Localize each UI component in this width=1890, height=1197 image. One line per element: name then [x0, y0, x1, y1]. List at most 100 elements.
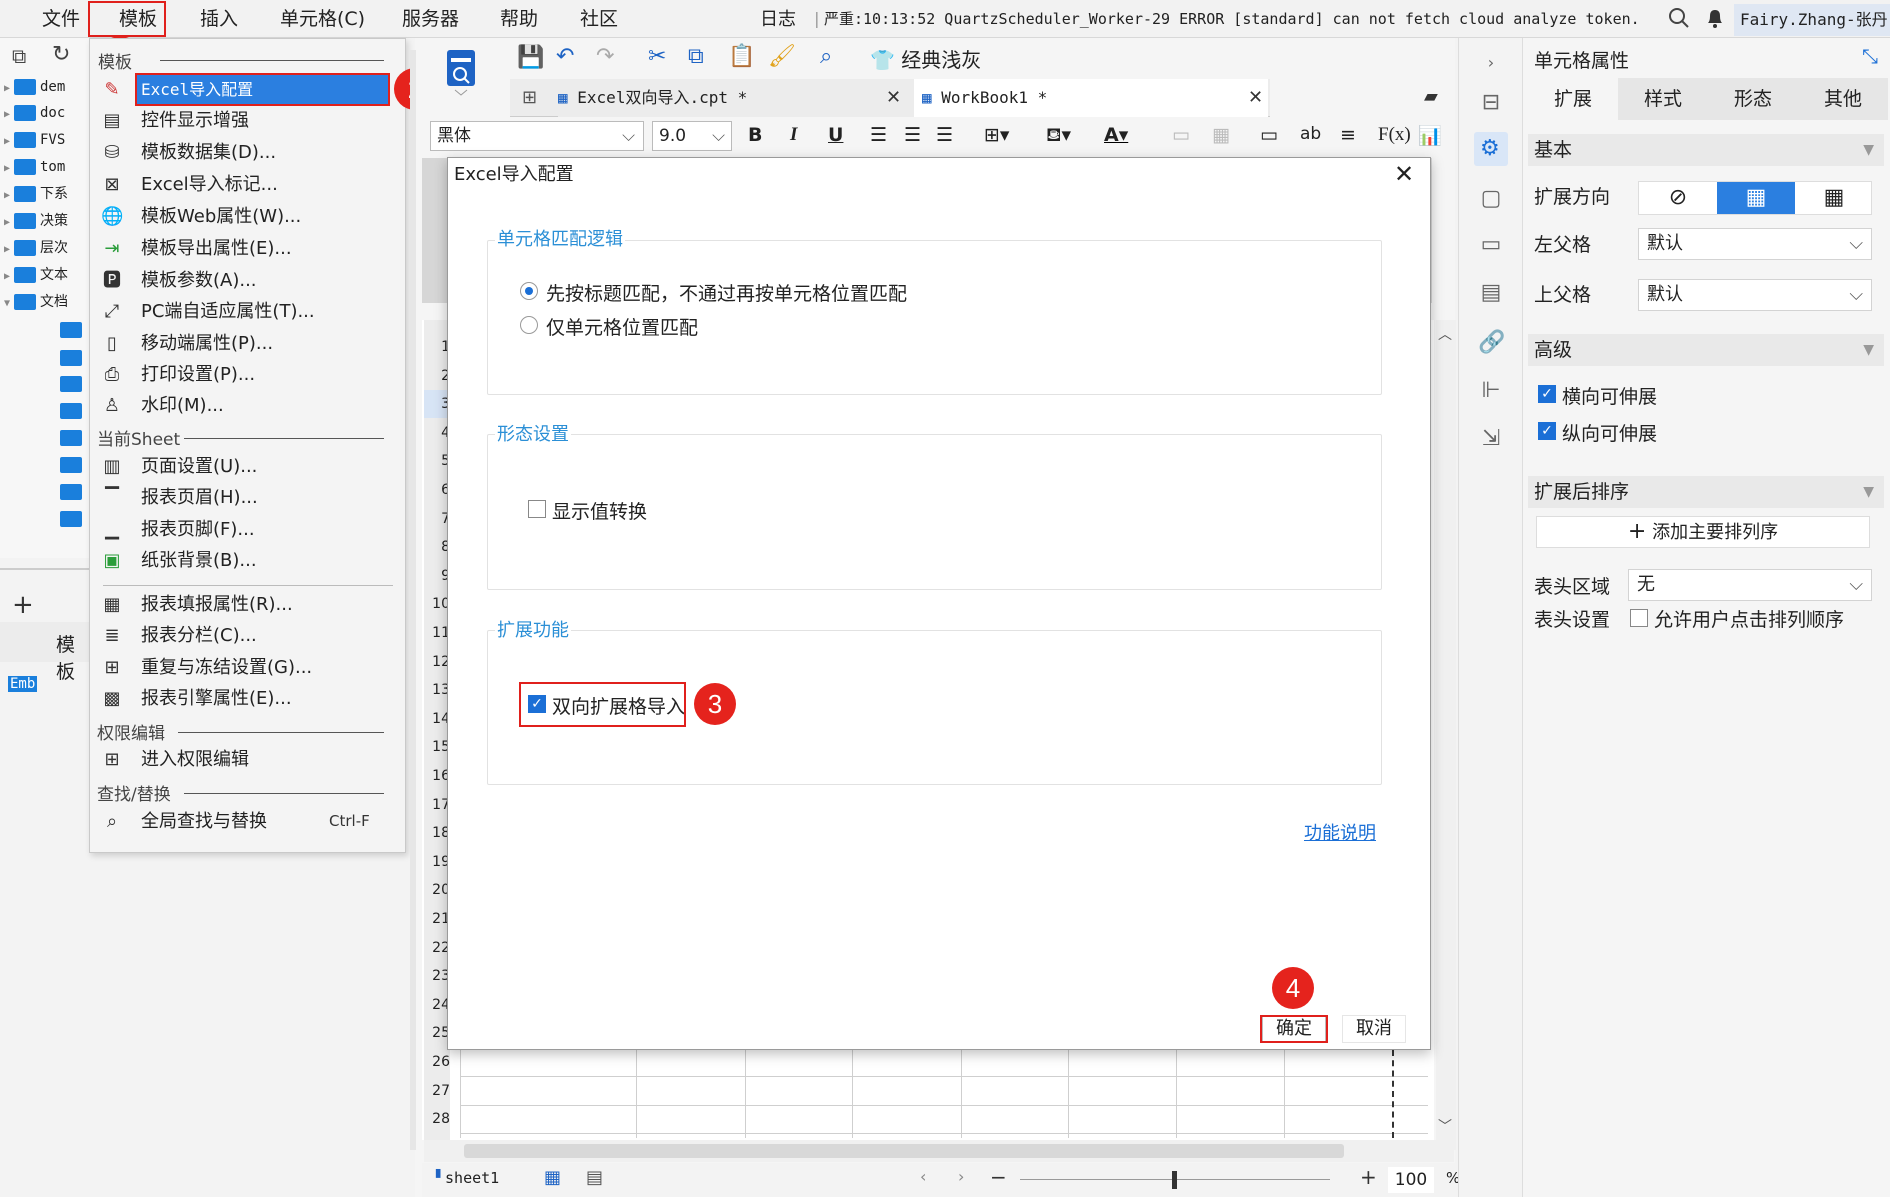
menu-item-columns[interactable]: ≣ 报表分栏(C)...: [89, 620, 406, 651]
italic-button[interactable]: I: [790, 124, 797, 146]
undo-icon[interactable]: ↶: [556, 44, 574, 70]
user-account[interactable]: Fairy.Zhang-张丹: [1734, 4, 1890, 36]
menu-item-watermark[interactable]: ♙ 水印(M)...: [89, 390, 406, 421]
menu-cell[interactable]: 单元格(C): [276, 0, 369, 38]
preview-icon[interactable]: ⌕: [820, 44, 832, 70]
grid-icon[interactable]: ⊞: [522, 87, 537, 108]
condition-icon[interactable]: ▤: [1478, 280, 1504, 306]
top-parent-select[interactable]: 默认 ⌵: [1638, 279, 1872, 311]
menu-server[interactable]: 服务器: [398, 0, 463, 38]
v-expand-checkbox[interactable]: ✓: [1538, 422, 1556, 440]
radio-position-match[interactable]: [520, 316, 538, 334]
vertical-expand-icon[interactable]: ▦: [1717, 182, 1795, 214]
menu-item-paper-bg[interactable]: ▣ 纸张背景(B)...: [89, 545, 406, 576]
tree-icon[interactable]: ⊩: [1478, 378, 1504, 404]
embedded-widget[interactable]: Emb: [8, 676, 38, 692]
h-expand-checkbox[interactable]: ✓: [1538, 385, 1556, 403]
cell-element-icon[interactable]: ▢: [1478, 186, 1504, 212]
menu-item-print[interactable]: ⎙ 打印设置(P)...: [89, 359, 406, 390]
underline-button[interactable]: U: [828, 124, 843, 146]
menu-item-fill-props[interactable]: ▦ 报表填报属性(R)...: [89, 589, 406, 620]
tree-item[interactable]: ▶ 下系: [0, 181, 93, 207]
section-advanced[interactable]: 高级 ▼: [1528, 334, 1884, 366]
align-right-icon[interactable]: ☰: [936, 124, 953, 146]
display-convert-label[interactable]: 显示值转换: [552, 497, 647, 524]
cut-icon[interactable]: ✂: [648, 44, 666, 70]
template-preview-icon[interactable]: [443, 48, 479, 96]
allow-sort-label[interactable]: 允许用户点击排列顺序: [1654, 605, 1844, 632]
link-icon[interactable]: 🔗: [1478, 330, 1505, 356]
tree-item[interactable]: ▶ doc: [0, 100, 93, 126]
menu-file[interactable]: 文件: [38, 0, 84, 38]
formula-button[interactable]: F(x): [1378, 124, 1411, 146]
tree-item[interactable]: ▶ dem: [0, 74, 93, 100]
menu-item-params[interactable]: 🅿 模板参数(A)...: [89, 265, 406, 296]
save-icon[interactable]: 💾: [517, 45, 544, 71]
tab-expand[interactable]: 扩展: [1528, 78, 1618, 120]
wrap-icon[interactable]: ≡: [1340, 124, 1356, 146]
menu-insert[interactable]: 插入: [196, 0, 242, 38]
unmerge-icon[interactable]: ▦: [1212, 124, 1230, 146]
help-link[interactable]: 功能说明: [1304, 819, 1376, 845]
chevron-up-icon[interactable]: ︿: [1438, 324, 1452, 344]
refresh-icon[interactable]: ↻: [52, 42, 70, 67]
row-number[interactable]: 27: [424, 1077, 450, 1105]
radio-title-match-label[interactable]: 先按标题匹配，不通过再按单元格位置匹配: [546, 279, 907, 306]
next-sheet-icon[interactable]: ›: [958, 1167, 964, 1186]
pin-icon[interactable]: ⤡: [1862, 44, 1878, 68]
tree-item[interactable]: ▶ 文本: [0, 262, 93, 288]
cancel-button[interactable]: 取消: [1342, 1015, 1406, 1043]
merge-icon[interactable]: ▭: [1172, 124, 1190, 146]
prev-sheet-icon[interactable]: ‹: [920, 1167, 926, 1186]
row-number[interactable]: 26: [424, 1048, 450, 1076]
tree-item[interactable]: ▶ tom: [0, 154, 93, 180]
add-sheet-icon[interactable]: ▦: [544, 1167, 561, 1188]
menu-item-web-props[interactable]: 🌐 模板Web属性(W)...: [89, 201, 406, 232]
menu-item-freeze[interactable]: ⊞ 重复与冻结设置(G)...: [89, 652, 406, 683]
menu-help[interactable]: 帮助: [496, 0, 542, 38]
zoom-in-icon[interactable]: +: [1360, 1165, 1377, 1189]
splitter[interactable]: [410, 50, 416, 1150]
copy-icon[interactable]: ⧉: [688, 44, 704, 70]
tree-item[interactable]: ▶ 层次: [0, 235, 93, 261]
template-tab-label[interactable]: 模板: [56, 630, 93, 684]
text-button[interactable]: ab: [1300, 124, 1321, 144]
menu-item-header[interactable]: ▔ 报表页眉(H)...: [89, 482, 406, 513]
tab-style[interactable]: 样式: [1618, 78, 1708, 120]
tree-item[interactable]: ▶ FVS: [0, 127, 93, 153]
search-icon[interactable]: [1668, 7, 1690, 29]
header-area-select[interactable]: 无 ⌵: [1628, 569, 1872, 601]
zoom-out-icon[interactable]: −: [990, 1165, 1007, 1189]
align-left-icon[interactable]: ☰: [870, 124, 887, 146]
menu-item-pc-adaptive[interactable]: ⤢ PC端自适应属性(T)...: [89, 296, 406, 327]
vertical-scrollbar[interactable]: ︿ ﹀: [1436, 320, 1456, 1150]
zoom-input[interactable]: 100: [1388, 1167, 1434, 1193]
tree-item[interactable]: ▼ 文档: [0, 289, 93, 315]
layout-icon[interactable]: ⊟: [1478, 90, 1504, 116]
close-tab-icon[interactable]: ✕: [1248, 87, 1263, 108]
cell-attributes-tab[interactable]: ⚙: [1474, 132, 1508, 166]
no-expand-icon[interactable]: ⊘: [1639, 182, 1717, 214]
tab-other[interactable]: 其他: [1798, 78, 1888, 120]
new-folder-icon[interactable]: ⧉: [12, 44, 26, 68]
menu-item-widget-display[interactable]: ▤ 控件显示增强: [89, 105, 406, 136]
log-label[interactable]: 日志: [760, 0, 796, 38]
add-polysheet-icon[interactable]: ▤: [586, 1167, 603, 1188]
radio-position-match-label[interactable]: 仅单元格位置匹配: [546, 313, 698, 340]
section-sort[interactable]: 扩展后排序 ▼: [1528, 476, 1884, 508]
align-center-icon[interactable]: ☰: [904, 124, 921, 146]
close-icon[interactable]: ✕: [1394, 160, 1414, 188]
bell-icon[interactable]: [1704, 7, 1726, 29]
border-icon[interactable]: ⊞▾: [984, 124, 1009, 146]
fill-color-icon[interactable]: ⛾▾: [1046, 124, 1071, 149]
display-convert-checkbox[interactable]: [528, 500, 546, 518]
font-size-select[interactable]: 9.0 ⌵: [652, 121, 732, 151]
tab-workbook[interactable]: ▦ WorkBook1 *: [914, 79, 1268, 117]
chart-icon[interactable]: 📊: [1418, 124, 1442, 147]
collapse-arrow-icon[interactable]: ›: [1478, 50, 1504, 76]
paste-icon[interactable]: 📋: [728, 44, 755, 70]
chevron-down-icon[interactable]: ﹀: [1438, 1116, 1452, 1136]
row-number[interactable]: 28: [424, 1105, 450, 1133]
menu-item-excel-mark[interactable]: ⊠ Excel导入标记...: [89, 169, 406, 200]
close-tab-icon[interactable]: ✕: [886, 87, 901, 108]
